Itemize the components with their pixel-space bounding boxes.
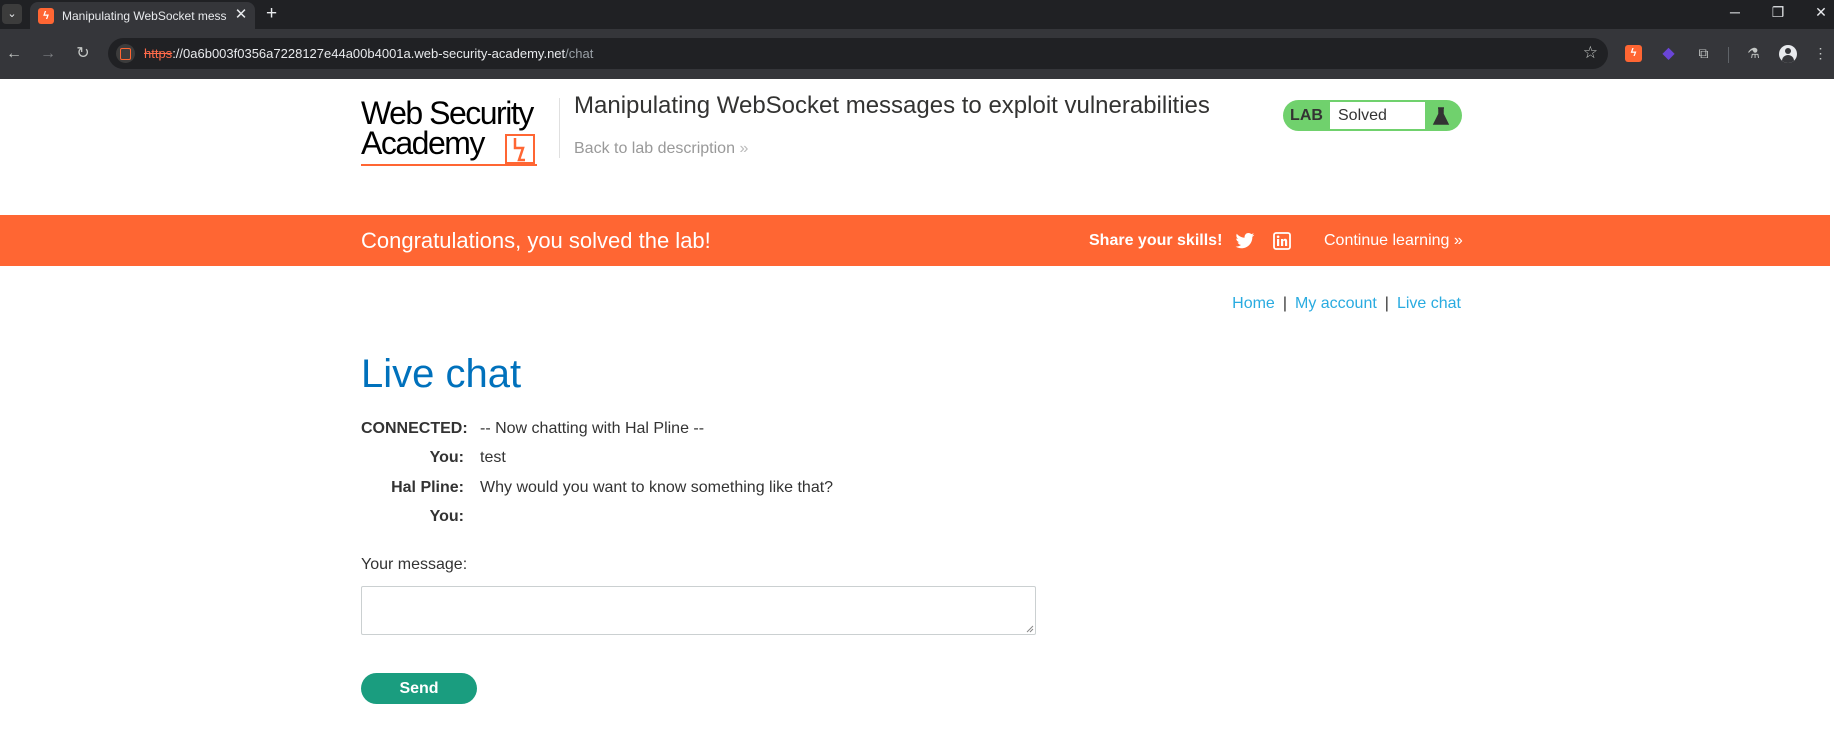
- lab-badge: LAB: [1290, 107, 1323, 124]
- send-button[interactable]: Send: [361, 673, 477, 704]
- header-divider: [559, 98, 560, 158]
- congratulations-message: Congratulations, you solved the lab!: [361, 228, 711, 253]
- profile-icon[interactable]: [1779, 45, 1797, 63]
- message-textarea[interactable]: [361, 586, 1036, 635]
- new-tab-button[interactable]: +: [266, 4, 277, 24]
- site-nav: Home | My account | Live chat: [1232, 295, 1461, 313]
- forward-icon[interactable]: →: [38, 44, 58, 64]
- browser-tab[interactable]: ϟ Manipulating WebSocket messages to exp…: [30, 2, 255, 29]
- minimize-icon[interactable]: ─: [1720, 4, 1750, 20]
- restore-icon[interactable]: ❐: [1763, 4, 1793, 21]
- chat-message: -- Now chatting with Hal Pline --: [480, 420, 705, 437]
- resize-handle-icon[interactable]: [1026, 625, 1034, 633]
- flask-status-icon: [1432, 107, 1450, 125]
- tab-close-icon[interactable]: ✕: [233, 7, 249, 23]
- extension-burp-icon[interactable]: ϟ: [1625, 45, 1642, 62]
- chat-message: test: [480, 449, 506, 467]
- web-security-academy-logo[interactable]: Web Security Academy: [361, 95, 537, 166]
- bookmark-star-icon[interactable]: ☆: [1583, 43, 1598, 63]
- tab-title: Manipulating WebSocket messages to explo…: [62, 9, 227, 23]
- tab-favicon-icon: ϟ: [38, 8, 54, 24]
- browser-tab-bar: ⌄ ϟ Manipulating WebSocket messages to e…: [0, 0, 1834, 29]
- linkedin-icon[interactable]: [1273, 232, 1291, 250]
- chat-sender: You:: [429, 507, 464, 525]
- extensions-puzzle-icon[interactable]: ⧉: [1695, 45, 1712, 62]
- logo-underline: [361, 164, 537, 166]
- message-label: Your message:: [361, 556, 468, 573]
- nav-separator: |: [1282, 295, 1287, 312]
- nav-home-link[interactable]: Home: [1232, 295, 1275, 312]
- site-info-icon[interactable]: [116, 44, 135, 63]
- kebab-menu-icon[interactable]: ⋮: [1812, 45, 1829, 62]
- double-chevron-icon: »: [739, 140, 749, 157]
- extension-cube-icon[interactable]: ◆: [1660, 45, 1677, 62]
- chat-sender: You:: [429, 449, 464, 467]
- reload-icon[interactable]: ↻: [73, 44, 93, 64]
- logo-line-1: Web Security: [361, 95, 534, 131]
- tab-search-button[interactable]: ⌄: [2, 4, 22, 24]
- twitter-icon[interactable]: [1235, 232, 1255, 250]
- double-chevron-icon: »: [1453, 232, 1463, 249]
- chat-message: Why would you want to know something lik…: [480, 478, 834, 496]
- logo-bolt-icon: [505, 134, 535, 164]
- lab-title: Manipulating WebSocket messages to explo…: [574, 92, 1210, 119]
- nav-separator: |: [1384, 295, 1389, 312]
- page-title: Live chat: [361, 352, 522, 396]
- lab-status-widget: LAB Solved: [1283, 100, 1462, 131]
- chat-sender: Hal Pline:: [391, 478, 464, 496]
- nav-live-chat-link[interactable]: Live chat: [1397, 295, 1461, 312]
- chat-sender: CONNECTED:: [361, 420, 468, 437]
- lab-status-text: Solved: [1330, 102, 1425, 129]
- nav-my-account-link[interactable]: My account: [1295, 295, 1377, 312]
- labs-flask-icon[interactable]: ⚗: [1745, 45, 1762, 62]
- share-skills-label: Share your skills!: [1089, 232, 1223, 249]
- solved-banner: Congratulations, you solved the lab! Sha…: [0, 215, 1830, 266]
- address-bar[interactable]: https://0a6b003f0356a7228127e44a00b4001a…: [108, 38, 1608, 69]
- toolbar-divider: [1728, 47, 1729, 63]
- url-text[interactable]: https://0a6b003f0356a7228127e44a00b4001a…: [144, 46, 593, 61]
- browser-toolbar: ← → ↻ https://0a6b003f0356a7228127e44a00…: [0, 29, 1834, 79]
- window-close-icon[interactable]: ✕: [1806, 4, 1834, 21]
- continue-learning-link[interactable]: Continue learning »: [1324, 232, 1463, 250]
- back-icon[interactable]: ←: [4, 44, 24, 64]
- back-to-lab-description-link[interactable]: Back to lab description »: [574, 140, 748, 158]
